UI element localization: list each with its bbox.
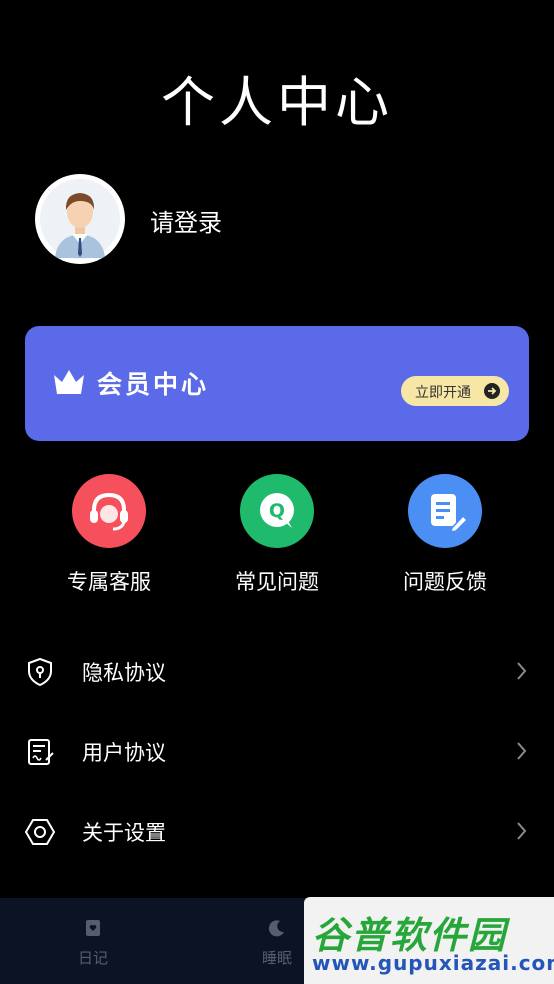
vip-title: 会员中心 [97,370,210,399]
service-label: 常见问题 [235,570,319,594]
crown-icon [54,370,84,394]
menu-item-label: 隐私协议 [82,661,166,685]
vip-center-card[interactable]: 会员中心 立即开通 [25,326,529,441]
watermark-url: www.gupuxiazai.com [312,951,554,975]
service-label: 问题反馈 [403,570,487,594]
svg-text:Q: Q [269,500,285,522]
menu-item-privacy[interactable]: 隐私协议 [0,643,554,699]
faq-icon: Q [240,474,314,548]
service-label: 专属客服 [67,570,151,594]
chevron-right-icon [517,742,527,760]
shield-icon [28,657,52,687]
moon-icon [268,920,284,937]
tab-diary[interactable]: 日记 [53,918,133,968]
activate-vip-button[interactable]: 立即开通 [401,376,509,406]
activate-vip-label: 立即开通 [415,385,471,401]
avatar[interactable] [35,174,125,264]
menu-item-settings[interactable]: 关于设置 [0,803,554,859]
service-customer-support[interactable]: 专属客服 [49,474,169,596]
service-faq[interactable]: Q 常见问题 [217,474,337,596]
menu-item-user-agreement[interactable]: 用户协议 [0,723,554,779]
feedback-icon [408,474,482,548]
menu-item-label: 用户协议 [82,741,166,765]
arrow-right-icon [484,383,500,399]
document-icon [28,739,54,765]
menu-item-label: 关于设置 [82,821,166,845]
headset-icon [72,474,146,548]
login-prompt[interactable]: 请登录 [150,203,222,238]
avatar-image [40,179,120,259]
tab-label: 日记 [77,949,108,967]
page-title: 个人中心 [161,71,393,134]
chevron-right-icon [517,662,527,680]
watermark: 谷普软件园 www.gupuxiazai.com [304,897,554,984]
chevron-right-icon [517,822,527,840]
diary-icon [86,920,100,936]
service-feedback[interactable]: 问题反馈 [385,474,505,596]
hexagon-settings-icon [24,819,56,845]
